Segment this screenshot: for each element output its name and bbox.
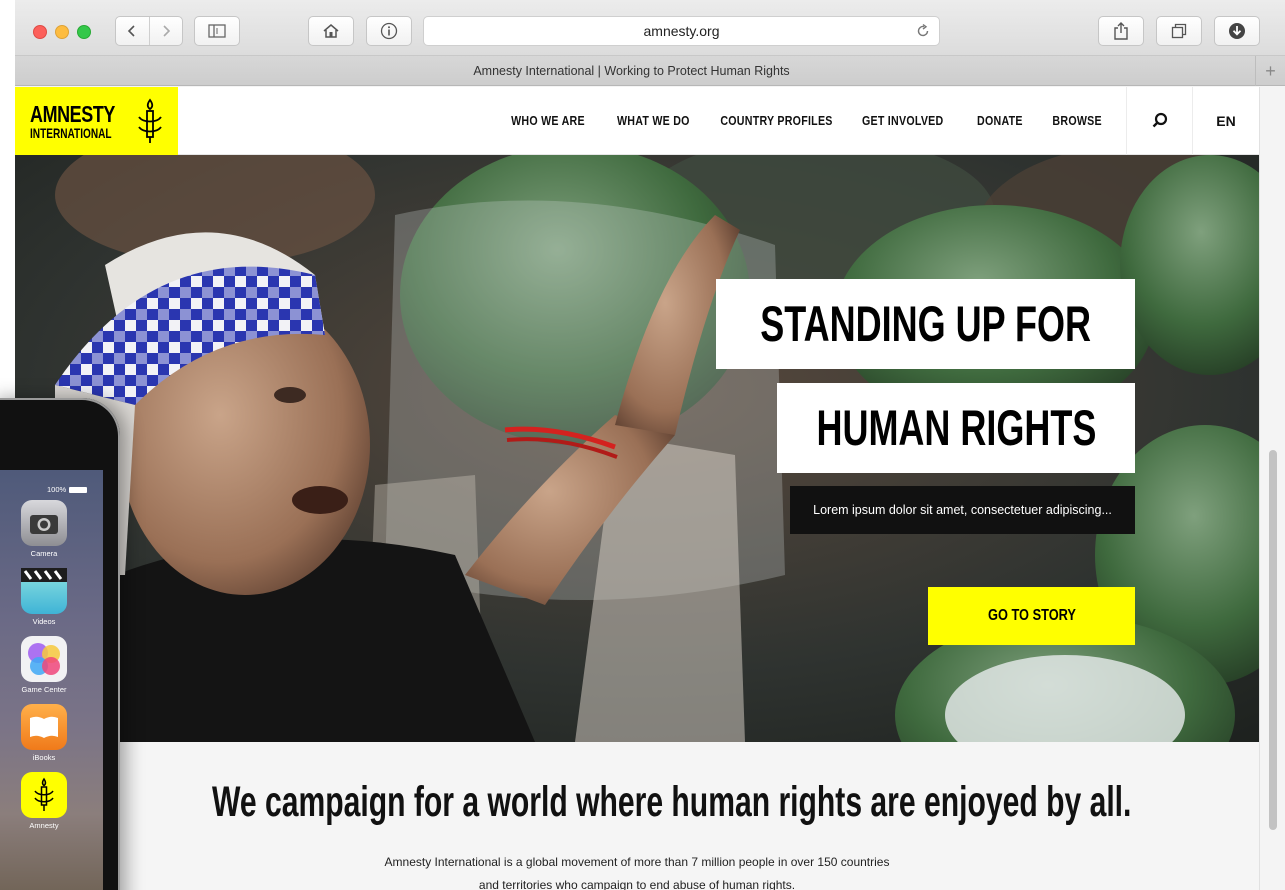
zoom-window-button[interactable] [77,25,91,39]
headline-line-2-box: HUMAN RIGHTS [777,383,1135,473]
camera-app-icon[interactable] [21,500,67,546]
iphone-home-screen: 100% s s re s Camera Videos Game Center [0,470,103,890]
logo-line-1: AMNESTY [30,101,115,127]
nav-browse[interactable]: BROWSE [1052,113,1101,128]
amnesty-app-icon[interactable] [21,772,67,818]
tabs-overview-button[interactable] [1156,16,1202,46]
tab-title-text: Amnesty International | Working to Prote… [473,64,790,78]
ibooks-label: iBooks [32,753,56,762]
mission-body: Amnesty International is a global moveme… [337,851,937,890]
url-text: amnesty.org [643,23,720,39]
headline-line-2: HUMAN RIGHTS [816,400,1096,456]
game-center-icon [28,643,60,675]
download-icon [1229,23,1245,39]
back-button[interactable] [116,17,149,45]
battery-status: 100% [47,485,88,494]
tab-strip: Amnesty International | Working to Prote… [15,56,1285,86]
videos-icon [21,568,67,582]
search-icon [1152,112,1167,128]
headline-line-1: STANDING UP FOR [760,296,1091,352]
nav-item-wrapper: GET INVOLVED [847,112,959,130]
sidebar-button[interactable] [194,16,240,46]
nav-item-wrapper: DONATE [959,112,1041,130]
nav-item-wrapper: WHO WE ARE [495,112,601,130]
nav-item-wrapper: BROWSE [1041,112,1113,130]
nav-who-we-are[interactable]: WHO WE ARE [511,113,585,128]
nav-what-we-do[interactable]: WHAT WE DO [617,113,690,128]
plus-icon: + [1265,60,1276,81]
nav-country-profiles[interactable]: COUNTRY PROFILES [720,113,832,128]
nav-get-involved[interactable]: GET INVOLVED [862,113,944,128]
share-icon [1114,22,1128,40]
amnesty-logo[interactable]: AMNESTY INTERNATIONAL [15,87,178,155]
scrollbar-thumb[interactable] [1269,450,1277,830]
camera-label: Camera [30,549,58,558]
ibooks-app-icon[interactable] [21,704,67,750]
history-nav [115,16,183,46]
tabs-icon [1171,23,1187,39]
browser-toolbar: amnesty.org [15,0,1285,56]
cta-label: GO TO STORY [987,607,1076,624]
iphone-device: 100% s s re s Camera Videos Game Center [0,398,120,890]
mission-section: We campaign for a world where human righ… [15,742,1259,890]
nav-item-wrapper: WHAT WE DO [601,112,705,130]
mission-body-line-2: and territories who campaign to end abus… [478,878,796,890]
web-page: AMNESTY INTERNATIONAL WHO WE ARE WHAT WE… [15,87,1259,890]
address-bar[interactable]: amnesty.org [423,16,940,46]
hero-subtitle: Lorem ipsum dolor sit amet, consectetuer… [790,486,1135,534]
nav-donate[interactable]: DONATE [977,113,1023,128]
browser-window: amnesty.org Amnesty International | Work… [15,0,1285,890]
share-button[interactable] [1098,16,1144,46]
site-header: AMNESTY INTERNATIONAL WHO WE ARE WHAT WE… [15,87,1259,155]
language-selector[interactable]: EN [1192,87,1259,155]
forward-button[interactable] [148,17,183,45]
home-icon [323,24,339,38]
sidebar-icon [208,24,226,38]
active-tab[interactable]: Amnesty International | Working to Prote… [15,56,1248,86]
amnesty-label: Amnesty [29,821,59,830]
go-to-story-button[interactable]: GO TO STORY [928,587,1135,645]
camera-icon [30,515,58,534]
game-center-app-icon[interactable] [21,636,67,682]
downloads-button[interactable] [1214,16,1260,46]
mission-body-line-1: Amnesty International is a global moveme… [384,855,890,869]
amnesty-candle-icon [34,777,54,811]
info-icon [380,22,398,40]
chevron-right-icon [163,25,170,37]
hero-banner: STANDING UP FOR HUMAN RIGHTS Lorem ipsum… [15,155,1259,742]
home-button[interactable] [308,16,354,46]
site-search-button[interactable] [1126,87,1192,155]
logo-line-2: INTERNATIONAL [30,125,112,141]
reload-icon[interactable] [915,23,931,39]
videos-app-icon[interactable] [21,568,67,614]
language-label: EN [1216,113,1236,129]
mission-title-wrapper: We campaign for a world where human righ… [15,778,1259,827]
videos-label: Videos [32,617,56,626]
battery-icon [69,486,88,493]
ibooks-icon [30,716,58,738]
page-scrollbar[interactable] [1259,87,1285,890]
nav-item-wrapper: COUNTRY PROFILES [705,112,847,130]
new-tab-button[interactable]: + [1255,56,1285,86]
game-center-label: Game Center [21,685,67,694]
mission-title: We campaign for a world where human righ… [212,778,1132,826]
info-button[interactable] [366,16,412,46]
battery-percent: 100% [47,485,67,494]
chevron-left-icon [128,25,135,37]
main-navigation: WHO WE ARE WHAT WE DO COUNTRY PROFILES G… [495,87,1113,155]
minimize-window-button[interactable] [55,25,69,39]
headline-line-1-box: STANDING UP FOR [716,279,1135,369]
close-window-button[interactable] [33,25,47,39]
candle-icon [138,98,162,143]
